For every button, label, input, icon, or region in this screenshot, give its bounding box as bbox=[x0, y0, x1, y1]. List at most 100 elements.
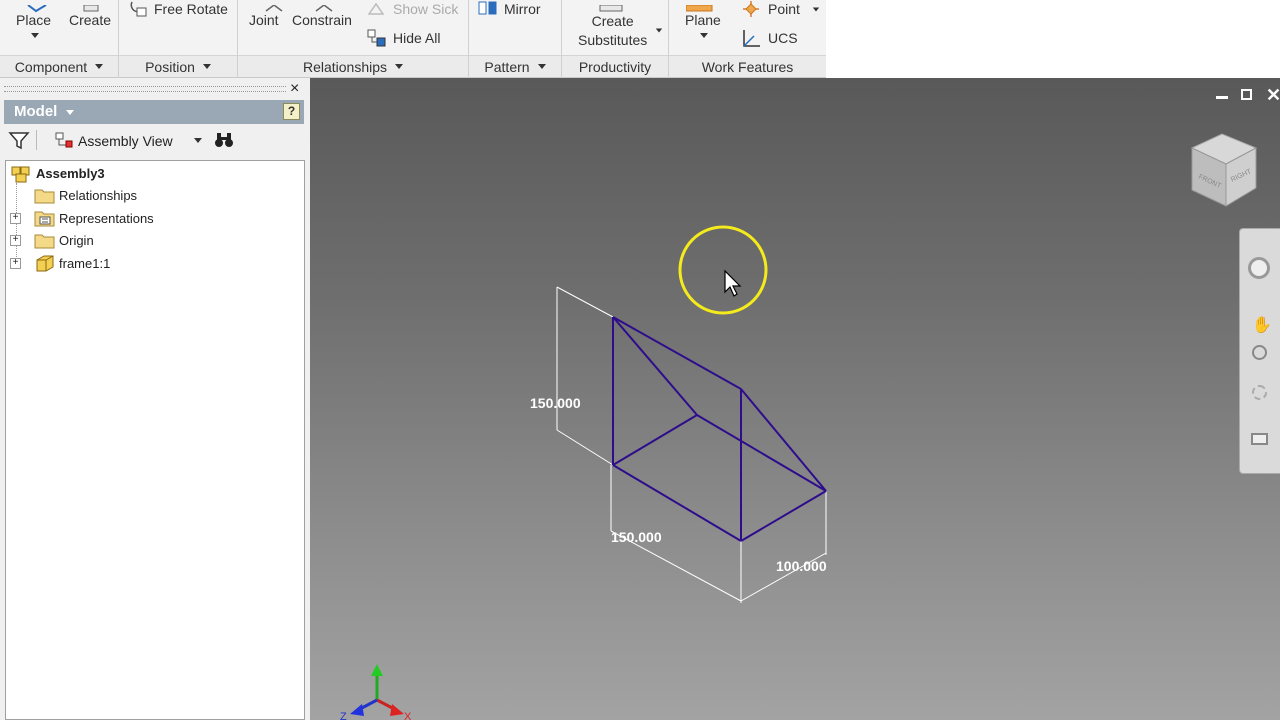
frame-edge bbox=[612, 316, 742, 390]
ribbon: Place Create Component Free Rotate Posit… bbox=[0, 0, 826, 78]
frame-edge bbox=[696, 414, 827, 492]
create-substitutes-icon bbox=[596, 0, 626, 12]
panel-title-bar[interactable]: Model ? bbox=[4, 100, 304, 124]
tree-item-label: Relationships bbox=[59, 187, 138, 203]
pattern-group-label[interactable]: Pattern bbox=[469, 55, 561, 77]
dimension-line bbox=[556, 286, 614, 318]
ucs-button[interactable]: UCS bbox=[768, 30, 798, 46]
create-substitutes-button[interactable]: Create Substitutes bbox=[578, 12, 663, 50]
tree-item-label: Origin bbox=[59, 232, 94, 248]
relationships-group-label[interactable]: Relationships bbox=[238, 55, 468, 77]
tree-item-origin[interactable]: + Origin bbox=[10, 229, 94, 251]
dimension-height-label[interactable]: 150.000 bbox=[530, 395, 581, 411]
assembly-view-icon bbox=[54, 131, 74, 152]
productivity-group-text: Productivity bbox=[578, 58, 652, 75]
component-group-label[interactable]: Component bbox=[0, 55, 118, 77]
ribbon-empty-area bbox=[826, 0, 1280, 78]
zoom-icon[interactable] bbox=[1252, 345, 1267, 360]
toolbar-divider bbox=[36, 130, 37, 150]
pan-icon[interactable]: ✋ bbox=[1252, 315, 1272, 335]
filter-icon[interactable] bbox=[8, 130, 30, 153]
productivity-group-label: Productivity bbox=[562, 55, 668, 77]
panel-title[interactable]: Model bbox=[14, 103, 57, 120]
assembly-icon bbox=[11, 166, 30, 183]
joint-button[interactable]: Joint bbox=[249, 12, 279, 28]
ucs-icon bbox=[740, 28, 762, 50]
expand-icon[interactable]: + bbox=[10, 234, 21, 246]
assembly-view-selector[interactable]: Assembly View bbox=[78, 133, 173, 149]
frame-edge bbox=[740, 490, 827, 542]
viewcube-icon[interactable]: FRONT RIGHT bbox=[1186, 130, 1266, 210]
expand-icon[interactable]: + bbox=[10, 257, 21, 269]
dimension-length-label[interactable]: 150.000 bbox=[611, 529, 662, 545]
create-button[interactable]: Create bbox=[69, 12, 111, 28]
place-dropdown-icon[interactable] bbox=[31, 33, 39, 38]
free-rotate-icon bbox=[128, 0, 150, 18]
hide-all-icon bbox=[366, 28, 388, 48]
plane-icon bbox=[685, 0, 714, 12]
position-group-text: Position bbox=[145, 58, 195, 75]
panel-grip[interactable] bbox=[4, 86, 286, 92]
component-caret-icon bbox=[95, 64, 104, 69]
free-rotate-button[interactable]: Free Rotate bbox=[154, 1, 228, 17]
navigation-bar: ✋ bbox=[1239, 228, 1280, 474]
tree-item-label: Representations bbox=[59, 210, 154, 226]
position-group-label[interactable]: Position bbox=[119, 55, 237, 77]
folder-icon bbox=[34, 234, 55, 249]
viewport-minimize-icon[interactable] bbox=[1216, 96, 1228, 99]
relationships-caret-icon bbox=[395, 64, 404, 69]
hide-all-button[interactable]: Hide All bbox=[393, 30, 440, 46]
tree-item-relationships[interactable]: Relationships bbox=[34, 184, 137, 206]
place-button[interactable]: Place bbox=[16, 12, 51, 28]
point-button[interactable]: Point bbox=[768, 1, 800, 17]
dimension-width-label[interactable]: 100.000 bbox=[776, 558, 827, 574]
viewport-restore-icon[interactable] bbox=[1241, 89, 1252, 100]
component-group-text: Component bbox=[14, 58, 88, 75]
viewport-close-icon[interactable]: ✕ bbox=[1266, 85, 1280, 106]
panel-toolbar: Assembly View bbox=[4, 126, 306, 156]
create-substitutes-caret-icon bbox=[655, 28, 663, 33]
find-icon[interactable] bbox=[214, 131, 234, 152]
place-icon bbox=[24, 0, 50, 13]
frame-edge bbox=[612, 316, 698, 416]
panel-close-button[interactable]: × bbox=[290, 80, 299, 98]
representations-icon bbox=[34, 211, 55, 227]
show-sick-button[interactable]: Show Sick bbox=[393, 1, 458, 17]
axis-triad-icon: X Z bbox=[340, 664, 412, 720]
frame-edge bbox=[612, 414, 698, 466]
mirror-button[interactable]: Mirror bbox=[504, 1, 541, 17]
steering-wheel-icon[interactable] bbox=[1248, 257, 1270, 279]
create-substitutes-line2-text: Substitutes bbox=[578, 32, 648, 48]
pattern-group-text: Pattern bbox=[484, 58, 530, 75]
dimension-line bbox=[556, 429, 614, 466]
position-caret-icon bbox=[202, 64, 211, 69]
frame-drawing[interactable] bbox=[310, 78, 1280, 720]
relationships-group-text: Relationships bbox=[302, 58, 388, 75]
create-substitutes-line1: Create bbox=[591, 13, 634, 29]
plane-dropdown-icon[interactable] bbox=[700, 33, 708, 38]
help-icon[interactable]: ? bbox=[283, 103, 300, 120]
plane-button[interactable]: Plane bbox=[685, 12, 721, 28]
joint-icon bbox=[264, 0, 284, 12]
point-icon bbox=[741, 0, 761, 18]
mirror-icon bbox=[478, 0, 498, 18]
expand-icon[interactable]: + bbox=[10, 212, 21, 224]
constrain-button[interactable]: Constrain bbox=[292, 12, 352, 28]
point-dropdown-icon[interactable] bbox=[812, 7, 820, 12]
orbit-icon[interactable] bbox=[1252, 385, 1267, 400]
part-icon bbox=[36, 255, 54, 272]
pattern-caret-icon bbox=[537, 64, 546, 69]
create-component-icon bbox=[80, 0, 102, 12]
look-at-icon[interactable] bbox=[1251, 433, 1268, 445]
panel-title-caret-icon[interactable] bbox=[66, 110, 74, 115]
assembly-view-caret-icon[interactable] bbox=[194, 138, 202, 143]
graphics-viewport[interactable]: 150.000 150.000 100.000 ✕ FRONT RIGHT ✋ … bbox=[310, 78, 1280, 720]
folder-icon bbox=[34, 189, 55, 204]
tree-item-representations[interactable]: + Representations bbox=[10, 207, 154, 229]
tree-item-assembly3[interactable]: Assembly3 bbox=[10, 162, 105, 184]
constrain-icon bbox=[314, 0, 334, 12]
create-substitutes-line2: Substitutes bbox=[578, 28, 663, 50]
tree-item-frame1[interactable]: + frame1:1 bbox=[10, 252, 110, 274]
work-features-group-text: Work Features bbox=[701, 58, 794, 75]
show-sick-icon bbox=[367, 0, 387, 18]
